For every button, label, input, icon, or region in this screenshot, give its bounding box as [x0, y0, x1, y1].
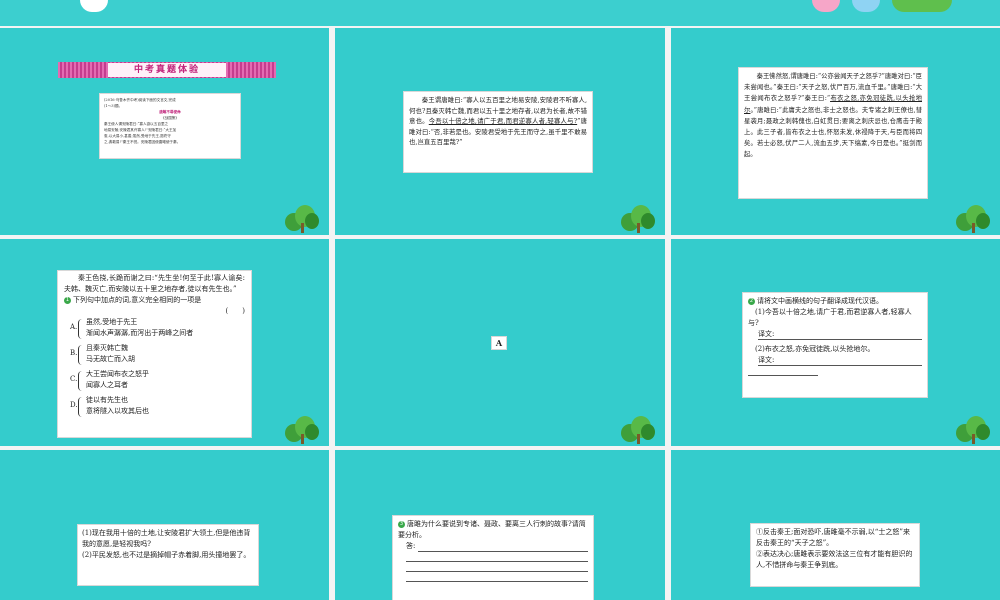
- decor-shape: [852, 0, 880, 12]
- question-2: 2 请将文中画横线的句子翻译成现代汉语。: [748, 296, 922, 307]
- option-line: 意将隧入以攻其后也: [86, 407, 149, 415]
- answer-1: (1)现在我用十倍的土地,让安陵君扩大领土,但是他违背我的意愿,是轻视我吗?: [82, 529, 251, 548]
- question-3: 3 唐雎为什么要说到专诸、聂政、要离三人行刺的故事?请简要分析。: [398, 519, 588, 541]
- question-text: 请将文中画横线的句子翻译成现代汉语。: [757, 297, 883, 305]
- answer-label: 答:: [406, 542, 416, 550]
- option-c[interactable]: C. 大王尝闻布衣之怒乎 闻寡人之耳者: [64, 369, 245, 395]
- question-text: 唐雎为什么要说到专诸、聂政、要离三人行刺的故事?请简要分析。: [398, 520, 586, 539]
- question-text: 下列句中加点的词,意义完全相同的一项是: [73, 296, 202, 304]
- passage-text: 秦王怫然怒,谓唐雎曰:“公亦尝闻天子之怒乎?”唐雎对曰:“臣未尝闻也。”秦王曰:…: [744, 71, 922, 161]
- question-number-icon: 2: [748, 297, 755, 305]
- answer-card: ①反击秦王;面对恐吓,唐雎毫不示弱,以“士之怒”来反击秦王的“天子之怒”。 ②表…: [751, 524, 919, 586]
- underlined-sentence: 今吾以十倍之地,请广于君,而君逆寡人者,轻寡人与?: [428, 117, 578, 125]
- question-card: 秦王色挠,长跪而谢之曰:“先生坐!何至于此!寡人谕矣:夫韩、魏灭亡,而安陵以五十…: [58, 271, 251, 437]
- top-strip: [0, 0, 1000, 26]
- passage-part: 。”唐雎曰:“此庸夫之怒也,非士之怒也。夫专诸之刺王僚也,彗星袭月;聂政之刺韩傀…: [744, 106, 922, 159]
- option-label: A.: [70, 323, 78, 331]
- answer-1: ①反击秦王;面对恐吓,唐雎毫不示弱,以“士之怒”来反击秦王的“天子之怒”。: [756, 528, 910, 547]
- slide-thumbnail-9[interactable]: ①反击秦王;面对恐吓,唐雎毫不示弱,以“士之怒”来反击秦王的“天子之怒”。 ②表…: [671, 450, 1000, 600]
- text-card: 秦王谓唐雎曰:“寡人以五百里之地易安陵,安陵君不听寡人,何也?且秦灭韩亡魏,而君…: [404, 92, 592, 172]
- tree-icon: [617, 205, 657, 233]
- option-d[interactable]: D. 徒以有先生也 意将隧入以攻其后也: [64, 395, 245, 421]
- answer-text: A: [495, 338, 503, 348]
- option-label: C.: [70, 375, 78, 383]
- option-line: 虽然,受地于先王: [86, 318, 138, 326]
- question-number-icon: 3: [398, 520, 405, 528]
- translation-label: 译文:: [758, 330, 775, 338]
- answer-line[interactable]: [758, 330, 922, 340]
- answer-line[interactable]: [758, 356, 922, 366]
- answer-card: (1)现在我用十倍的土地,让安陵君扩大领土,但是他违背我的意愿,是轻视我吗? (…: [78, 525, 258, 585]
- tree-icon: [952, 416, 992, 444]
- answer-line[interactable]: [406, 552, 588, 562]
- option-b[interactable]: B. 且秦灭韩亡魏 马无故亡而入胡: [64, 343, 245, 369]
- answer-card: A: [492, 337, 506, 349]
- decor-shape: [80, 0, 108, 12]
- slide-thumbnail-2[interactable]: 秦王谓唐雎曰:“寡人以五百里之地易安陵,安陵君不听寡人,何也?且秦灭韩亡魏,而君…: [335, 28, 665, 235]
- banner-title: 中考真题体验: [108, 63, 226, 77]
- passage-text: 秦王谓唐雎曰:“寡人以五百里之地易安陵,安陵君不听寡人,何也?且秦灭韩亡魏,而君…: [409, 95, 587, 148]
- question-card: 2 请将文中画横线的句子翻译成现代汉语。 (1)今吾以十倍之地,请广于君,而君逆寡…: [743, 293, 927, 397]
- option-line: 闻寡人之耳者: [86, 381, 128, 389]
- slide-thumbnail-1[interactable]: 中考真题体验 (2016·乌鲁木齐中考)阅读下面的文言文,完成 (1～3)题。 …: [0, 28, 329, 235]
- text-excerpt-card: (2016·乌鲁木齐中考)阅读下面的文言文,完成 (1～3)题。 唐雎不辱使命 …: [100, 94, 240, 158]
- slide-thumbnail-5[interactable]: A: [335, 239, 665, 446]
- option-a[interactable]: A. 虽然,受地于先王 渐闻水声潺潺,而泻出于两峰之间者: [64, 317, 245, 343]
- answer-line[interactable]: [418, 542, 588, 552]
- slide-thumbnail-7[interactable]: (1)现在我用十倍的土地,让安陵君扩大领土,但是他违背我的意愿,是轻视我吗? (…: [0, 450, 329, 600]
- decor-shape: [892, 0, 952, 12]
- answer-line[interactable]: [748, 366, 818, 376]
- text-line: 之,弗敢易!”秦王不悦。安陵君因使唐雎使于秦。: [104, 140, 181, 144]
- option-line: 且秦灭韩亡魏: [86, 344, 128, 352]
- option-label: B.: [70, 349, 78, 357]
- item-2: (2)布衣之怒,亦免冠徒跣,以头抢地尔。: [755, 345, 875, 353]
- slide-thumbnail-3[interactable]: 秦王怫然怒,谓唐雎曰:“公亦尝闻天子之怒乎?”唐雎对曰:“臣未尝闻也。”秦王曰:…: [671, 28, 1000, 235]
- option-line: 大王尝闻布衣之怒乎: [86, 370, 149, 378]
- section-banner: 中考真题体验: [58, 62, 276, 78]
- option-line: 徒以有先生也: [86, 396, 128, 404]
- option-label: D.: [70, 401, 78, 409]
- tree-icon: [281, 205, 321, 233]
- option-line: 马无故亡而入胡: [86, 355, 135, 363]
- decor-shape: [812, 0, 840, 12]
- answer-line[interactable]: [406, 572, 588, 582]
- item-1: (1)今吾以十倍之地,请广于君,而君逆寡人者,轻寡人与?: [748, 308, 912, 327]
- answer-line[interactable]: [406, 562, 588, 572]
- slide-thumbnail-4[interactable]: 秦王色挠,长跪而谢之曰:“先生坐!何至于此!寡人谕矣:夫韩、魏灭亡,而安陵以五十…: [0, 239, 329, 446]
- question-card: 3 唐雎为什么要说到专诸、聂政、要离三人行刺的故事?请简要分析。 答:: [393, 516, 593, 600]
- text-card: 秦王怫然怒,谓唐雎曰:“公亦尝闻天子之怒乎?”唐雎对曰:“臣未尝闻也。”秦王曰:…: [739, 68, 927, 198]
- option-line: 渐闻水声潺潺,而泻出于两峰之间者: [86, 329, 194, 337]
- answer-paren: ( ): [225, 307, 245, 315]
- translation-label: 译文:: [758, 356, 775, 364]
- answer-2: (2)平民发怒,也不过是摘掉帽子赤着脚,用头撞地罢了。: [82, 551, 251, 559]
- tree-icon: [617, 416, 657, 444]
- passage-text: 秦王色挠,长跪而谢之曰:“先生坐!何至于此!寡人谕矣:夫韩、魏灭亡,而安陵以五十…: [64, 274, 245, 293]
- tree-icon: [952, 205, 992, 233]
- question-number-icon: 1: [64, 296, 71, 304]
- answer-2: ②表达决心;唐雎表示要效法这三位有才能有胆识的人,不惜拼命与秦王争到底。: [756, 550, 913, 569]
- tree-icon: [281, 416, 321, 444]
- slide-thumbnail-6[interactable]: 2 请将文中画横线的句子翻译成现代汉语。 (1)今吾以十倍之地,请广于君,而君逆寡…: [671, 239, 1000, 446]
- slide-thumbnail-8[interactable]: 3 唐雎为什么要说到专诸、聂政、要离三人行刺的故事?请简要分析。 答:: [335, 450, 665, 600]
- question-1: 1 下列句中加点的词,意义完全相同的一项是: [64, 295, 245, 306]
